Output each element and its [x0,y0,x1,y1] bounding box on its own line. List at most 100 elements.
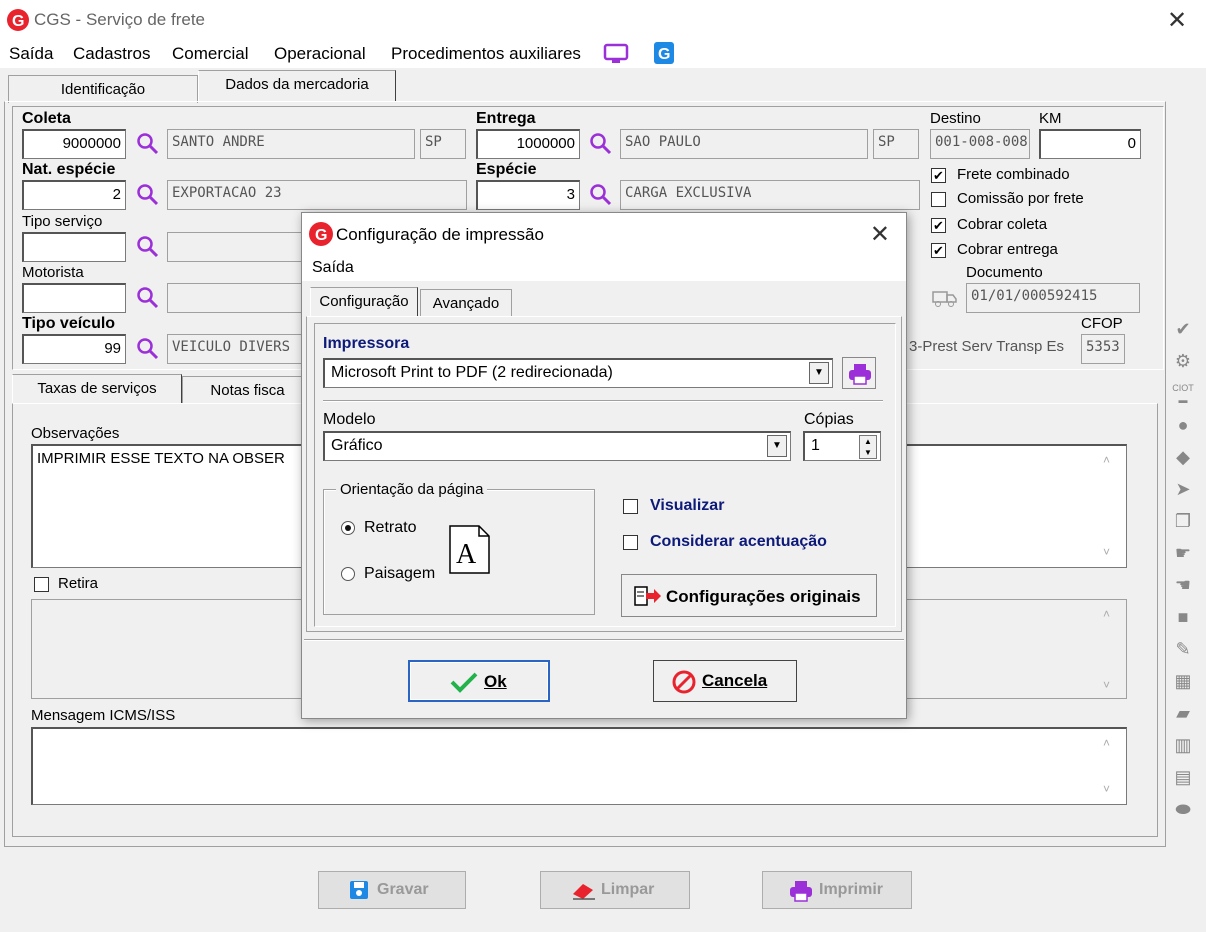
nat-especie-input[interactable]: 2 [22,180,126,210]
svg-text:G: G [315,227,327,244]
comissao-label: Comissão por frete [957,190,1084,207]
search-icon[interactable] [136,337,160,361]
km-input[interactable]: 0 [1039,129,1141,159]
comissao-checkbox[interactable] [931,192,946,207]
tab-label: Avançado [432,295,500,312]
eraser-icon[interactable]: ▰ [1170,702,1196,724]
menu-comercial[interactable]: Comercial [172,44,249,64]
piggy-icon[interactable]: ⬬ [1170,798,1196,820]
gear-icon[interactable]: ⚙ [1170,350,1196,372]
copias-stepper[interactable]: ▲ ▼ [859,435,877,459]
entrega-uf: SP [873,129,919,159]
menu-cadastros[interactable]: Cadastros [73,44,150,64]
config-originais-label: Configurações originais [666,587,861,606]
limpar-button[interactable]: Limpar [540,871,690,909]
side-toolbar: ✔ ⚙ CIOT ▬ ● ◆ ➤ ❐ ☛ ☚ ■ ✎ ▦ ▰ ▥ ▤ ⬬ [1170,318,1200,820]
paisagem-radio[interactable] [341,567,355,581]
destino-label: Destino [930,110,981,127]
config-originais-button[interactable]: Configurações originais [621,574,877,617]
modelo-select[interactable]: Gráfico [323,431,791,461]
hand-left-icon[interactable]: ☚ [1170,574,1196,596]
cobrar-entrega-checkbox[interactable]: ✔ [931,243,946,258]
scroll-up-icon[interactable]: ˄ [1103,736,1110,750]
search-icon[interactable] [136,183,160,207]
search-icon[interactable] [136,235,160,259]
especie-desc: CARGA EXCLUSIVA [620,180,920,210]
entrega-input[interactable]: 1000000 [476,129,580,159]
acentuacao-checkbox[interactable] [623,535,638,550]
printer-setup-button[interactable] [842,357,876,389]
cobrar-coleta-checkbox[interactable]: ✔ [931,218,946,233]
monitor-icon[interactable] [603,43,629,65]
hand-right-icon[interactable]: ☛ [1170,542,1196,564]
search-icon[interactable] [136,286,160,310]
check-icon[interactable]: ✔ [1170,318,1196,340]
edit-icon[interactable]: ✎ [1170,638,1196,660]
nat-especie-desc: EXPORTACAO 23 [167,180,467,210]
ciot-icon[interactable]: CIOT ▬ [1170,382,1196,405]
gravar-button[interactable]: Gravar [318,871,466,909]
imprimir-button[interactable]: Imprimir [762,871,912,909]
visualizar-checkbox[interactable] [623,499,638,514]
svg-text:G: G [12,13,24,30]
frete-combinado-checkbox[interactable]: ✔ [931,168,946,183]
icms-textarea[interactable] [31,727,1127,805]
print-config-dialog: G Configuração de impressão ✕ Saída Conf… [301,212,907,719]
menu-procedimentos[interactable]: Procedimentos auxiliares [391,44,581,64]
chevron-down-icon[interactable]: ▼ [809,362,829,384]
grid-icon[interactable]: ▦ [1170,670,1196,692]
tag-icon[interactable]: ◆ [1170,446,1196,468]
tab-avancado[interactable]: Avançado [420,289,512,317]
cancela-button[interactable]: Cancela [653,660,797,702]
especie-input[interactable]: 3 [476,180,580,210]
tab-dados-mercadoria[interactable]: Dados da mercadoria [198,70,396,102]
scroll-up-icon[interactable]: ˄ [1103,453,1110,467]
printer-icon [790,881,812,902]
motorista-input[interactable] [22,283,126,313]
tab-configuracao[interactable]: Configuração [310,287,418,317]
document-icon[interactable]: ▤ [1170,766,1196,788]
tab-label: Identificação [60,81,146,98]
observacoes-label: Observações [31,425,120,442]
retira-checkbox[interactable] [34,577,49,592]
impressora-select[interactable]: Microsoft Print to PDF (2 redirecionada) [323,358,833,388]
cfop-field: 5353 [1081,334,1125,364]
tipo-veiculo-input[interactable]: 99 [22,334,126,364]
retrato-radio[interactable] [341,521,355,535]
menu-saida[interactable]: Saída [9,44,53,64]
circle-icon[interactable]: ● [1170,414,1196,436]
menu-operacional[interactable]: Operacional [274,44,366,64]
scroll-down-icon[interactable]: ˅ [1103,545,1110,559]
tab-taxas-servicos[interactable]: Taxas de serviços [12,374,182,404]
ok-button[interactable]: Ok [408,660,550,702]
app-logo-icon: G [309,222,333,246]
scroll-down-icon[interactable]: ˅ [1103,678,1110,692]
cgs-help-icon[interactable]: G [653,41,675,65]
dialog-menu-saida[interactable]: Saída [312,259,354,277]
coleta-input[interactable]: 9000000 [22,129,126,159]
cancel-icon [672,670,696,694]
search-icon[interactable] [589,132,613,156]
export-icon[interactable]: ➤ [1170,478,1196,500]
close-icon[interactable]: ✕ [1164,6,1190,35]
scroll-up-icon[interactable]: ˄ [1103,607,1110,621]
tab-identificacao[interactable]: Identificação [8,75,198,103]
truck-side-icon[interactable]: ■ [1170,606,1196,628]
ok-label: Ok [484,672,507,691]
search-icon[interactable] [589,183,613,207]
coleta-label: Coleta [22,110,71,127]
tipo-servico-label: Tipo serviço [22,213,103,230]
modelo-label: Modelo [323,411,376,428]
tipo-servico-input[interactable] [22,232,126,262]
search-icon[interactable] [136,132,160,156]
chevron-down-icon[interactable]: ▼ [767,435,787,457]
close-icon[interactable]: ✕ [870,220,890,249]
tab-notas-fiscais[interactable]: Notas fisca [182,376,312,404]
book-icon[interactable]: ▥ [1170,734,1196,756]
tab-label: Taxas de serviços [37,380,157,397]
limpar-label: Limpar [601,881,655,898]
save-icon [350,881,368,899]
scroll-down-icon[interactable]: ˅ [1103,782,1110,796]
imprimir-label: Imprimir [819,881,884,898]
copy-icon[interactable]: ❐ [1170,510,1196,532]
